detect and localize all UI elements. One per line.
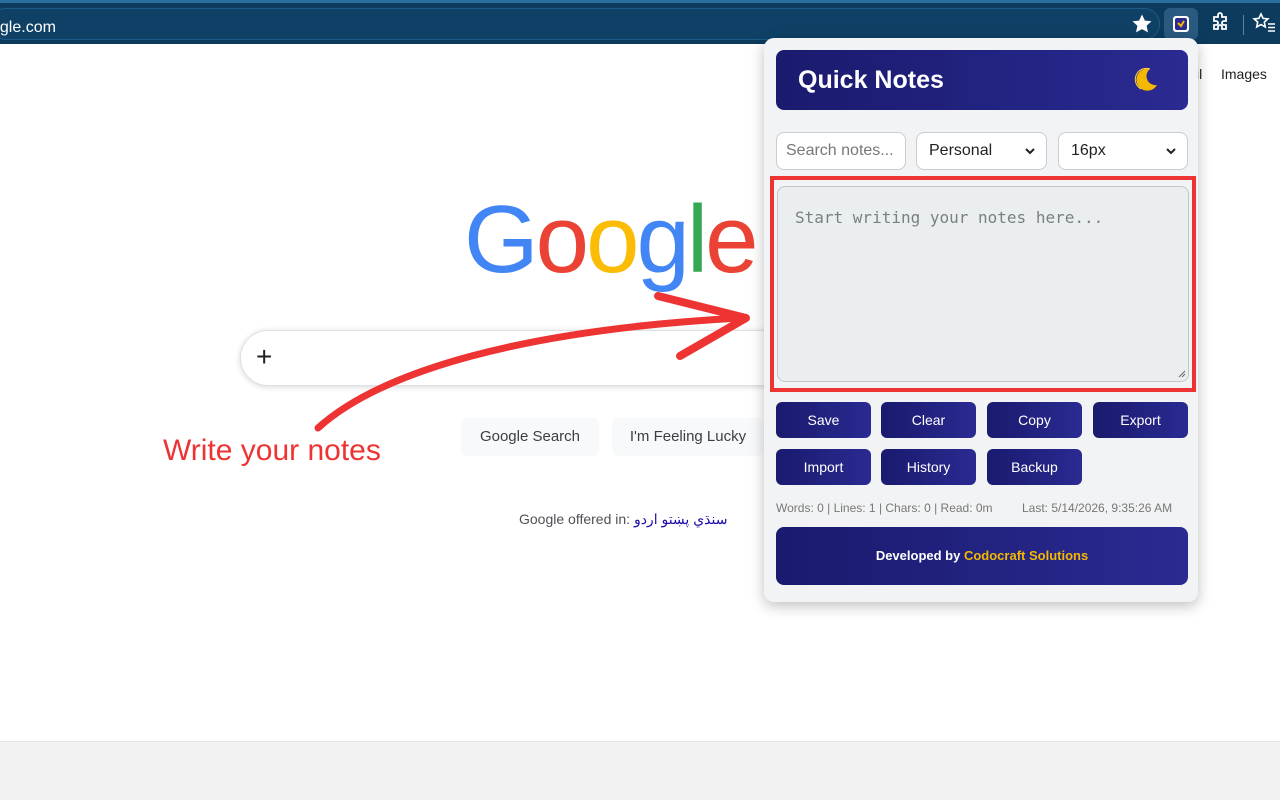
offered-in-languages[interactable]: سنڌي پښتو اردو xyxy=(634,511,728,527)
save-button[interactable]: Save xyxy=(776,402,871,438)
export-button[interactable]: Export xyxy=(1093,402,1188,438)
copy-button[interactable]: Copy xyxy=(987,402,1082,438)
chevron-down-icon xyxy=(1166,148,1176,155)
note-textarea[interactable] xyxy=(777,186,1189,382)
google-search-button[interactable]: Google Search xyxy=(461,418,599,456)
note-stats: Words: 0 | Lines: 1 | Chars: 0 | Read: 0… xyxy=(776,501,993,515)
font-size-select[interactable]: 16px xyxy=(1058,132,1188,170)
google-footer xyxy=(0,741,1280,800)
quick-notes-extension-button[interactable] xyxy=(1164,8,1198,40)
google-logo: Google xyxy=(464,192,759,288)
add-attachment-icon[interactable]: + xyxy=(256,343,272,371)
logo-letter: o xyxy=(586,186,639,293)
search-notes-input[interactable] xyxy=(776,132,906,170)
chevron-down-icon xyxy=(1025,148,1035,155)
url-text: ogle.com xyxy=(0,19,56,36)
quick-notes-popup: Quick Notes Personal 16px Save Clear Cop… xyxy=(764,38,1198,602)
logo-letter: o xyxy=(535,186,589,293)
favorites-list-icon[interactable] xyxy=(1252,12,1276,34)
logo-letter: g xyxy=(636,186,689,293)
category-select[interactable]: Personal xyxy=(916,132,1047,170)
footer-prefix: Developed by xyxy=(875,548,961,563)
quick-notes-extension-icon xyxy=(1173,16,1189,32)
history-button[interactable]: History xyxy=(881,449,976,485)
popup-header: Quick Notes xyxy=(776,50,1188,110)
bookmark-star-icon[interactable] xyxy=(1130,12,1154,36)
logo-letter: e xyxy=(705,186,758,293)
screen: ogle.com il Images Google + Google Searc… xyxy=(0,0,1280,800)
logo-letter: G xyxy=(464,186,539,293)
address-bar[interactable]: ogle.com xyxy=(0,8,1160,40)
resize-grip-icon[interactable] xyxy=(1177,369,1186,378)
extensions-puzzle-icon[interactable] xyxy=(1210,12,1232,34)
category-value: Personal xyxy=(929,142,993,159)
logo-letter: l xyxy=(686,186,708,293)
font-size-value: 16px xyxy=(1071,142,1106,159)
popup-title: Quick Notes xyxy=(798,66,944,94)
clear-button[interactable]: Clear xyxy=(881,402,976,438)
toolbar-divider xyxy=(1243,15,1244,35)
annotation-text: Write your notes xyxy=(163,434,381,467)
footer-brand-link[interactable]: Codocraft Solutions xyxy=(964,548,1088,563)
last-saved: Last: 5/14/2026, 9:35:26 AM xyxy=(1022,501,1173,515)
offered-in-label: Google offered in: xyxy=(519,511,631,527)
import-button[interactable]: Import xyxy=(776,449,871,485)
popup-footer: Developed by Codocraft Solutions xyxy=(776,527,1188,585)
offered-in: Google offered in: سنڌي پښتو اردو xyxy=(519,511,727,528)
images-link[interactable]: Images xyxy=(1221,66,1267,82)
backup-button[interactable]: Backup xyxy=(987,449,1082,485)
feeling-lucky-button[interactable]: I'm Feeling Lucky xyxy=(612,418,764,456)
moon-icon[interactable] xyxy=(1132,66,1160,94)
